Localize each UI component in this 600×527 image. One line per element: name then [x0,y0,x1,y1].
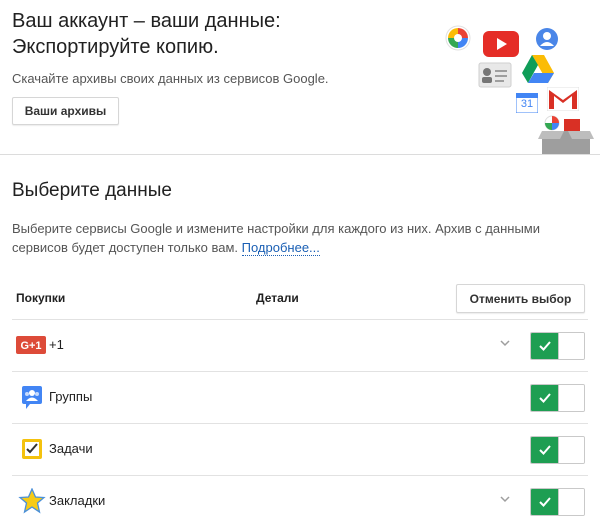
gplus-icon-text: G+1 [20,340,41,352]
more-info-link[interactable]: Подробнее... [241,240,320,256]
your-archives-button[interactable]: Ваши архивы [12,97,119,125]
checkmark-icon [539,393,551,403]
toggle-knob [558,437,584,463]
checkmark-icon [539,497,551,507]
service-row-plus-one: G+1 +1 [12,319,588,371]
hero-title-line1: Ваш аккаунт – ваши данные: [12,10,281,32]
groups-icon [22,386,42,409]
bookmarks-star-icon [18,488,46,514]
column-header-details: Детали [256,291,299,305]
include-toggle[interactable] [530,436,585,464]
toggle-knob [558,489,584,515]
include-toggle[interactable] [530,488,585,516]
service-row-groups: Группы [12,371,588,423]
photos-pinwheel-icon [445,25,471,51]
column-header-purchases: Покупки [16,291,66,305]
service-label: Закладки [49,493,106,508]
toggle-on-state [531,333,559,359]
deselect-all-button[interactable]: Отменить выбор [456,284,585,313]
section-divider [0,154,600,155]
toggle-knob [558,385,584,411]
service-row-bookmarks: Закладки [12,475,588,527]
toggle-on-state [531,385,559,411]
select-data-description: Выберите сервисы Google и измените настр… [12,219,592,257]
toggle-on-state [531,489,559,515]
google-plus-one-icon: G+1 [16,336,46,354]
calendar-date: 31 [520,98,534,110]
service-label: +1 [49,337,64,352]
service-label: Задачи [49,441,93,456]
chevron-down-icon[interactable] [498,336,512,350]
chevron-down-icon[interactable] [498,492,512,506]
select-data-title: Выберите данные [12,180,172,201]
hero-title-line2: Экспортируйте копию. [12,36,219,58]
hero-subtitle: Скачайте архивы своих данных из сервисов… [12,71,329,86]
toggle-knob [558,333,584,359]
toggle-on-state [531,437,559,463]
checkmark-icon [539,445,551,455]
gmail-icon [547,87,579,111]
tasks-icon [22,439,42,459]
hero-title: Ваш аккаунт – ваши данные: Экспортируйте… [12,8,281,60]
contacts-card-icon [478,62,512,88]
profile-icon [536,28,558,50]
youtube-icon [483,31,519,57]
drive-icon [522,55,554,83]
service-row-tasks: Задачи [12,423,588,475]
include-toggle[interactable] [530,332,585,360]
include-toggle[interactable] [530,384,585,412]
checkmark-icon [539,341,551,351]
archive-box-icon [538,115,594,155]
service-label: Группы [49,389,93,404]
